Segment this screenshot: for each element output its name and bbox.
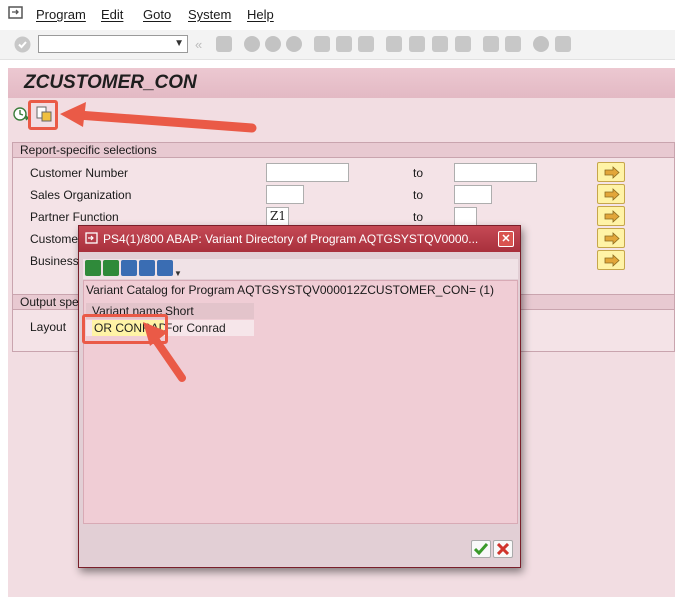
last-page-icon[interactable] bbox=[455, 36, 471, 52]
first-page-icon[interactable] bbox=[386, 36, 402, 52]
standard-toolbar: ▼ « bbox=[0, 30, 675, 60]
print-icon[interactable] bbox=[314, 36, 330, 52]
sales-organization-to-input[interactable] bbox=[454, 185, 492, 204]
report-selections-header: Report-specific selections bbox=[13, 143, 674, 158]
find-next-icon[interactable] bbox=[358, 36, 374, 52]
menu-bar: Program Edit Goto System Help bbox=[0, 0, 675, 30]
chevron-down-icon[interactable]: ▼ bbox=[174, 38, 184, 49]
menu-system[interactable]: System bbox=[188, 7, 231, 22]
cancel-button[interactable] bbox=[493, 540, 513, 558]
customize-icon[interactable] bbox=[555, 36, 571, 52]
customer-number-multiple-select-button[interactable] bbox=[597, 162, 625, 182]
cancel-icon[interactable] bbox=[286, 36, 302, 52]
title-bar: ZCUSTOMER_CON bbox=[8, 68, 675, 98]
callout-arrow bbox=[60, 102, 257, 133]
command-field[interactable]: ▼ bbox=[38, 35, 188, 53]
business-row-label: Business bbox=[30, 254, 79, 268]
menu-help[interactable]: Help bbox=[247, 7, 274, 22]
chevron-left-double-icon: « bbox=[195, 37, 203, 52]
find-icon[interactable] bbox=[121, 260, 137, 276]
to-label: to bbox=[413, 166, 424, 180]
customer-row-label: Custome bbox=[30, 232, 79, 246]
dialog-title-bar[interactable]: PS4(1)/800 ABAP: Variant Directory of Pr… bbox=[79, 226, 520, 252]
save-icon[interactable] bbox=[216, 36, 232, 52]
to-label: to bbox=[413, 210, 424, 224]
help-icon[interactable] bbox=[533, 36, 549, 52]
shortcut-icon[interactable] bbox=[505, 36, 521, 52]
business-row-multiple-select-button[interactable] bbox=[597, 250, 625, 270]
arrow-right-icon bbox=[604, 210, 620, 223]
close-icon[interactable]: ✕ bbox=[498, 231, 514, 247]
arrow-right-icon bbox=[604, 254, 620, 267]
sap-app-icon[interactable] bbox=[8, 6, 24, 20]
arrow-right-icon bbox=[604, 232, 620, 245]
sort-descending-icon[interactable] bbox=[103, 260, 119, 276]
page-title: ZCUSTOMER_CON bbox=[24, 72, 197, 93]
dialog-footer bbox=[79, 526, 520, 567]
enter-icon[interactable] bbox=[14, 36, 31, 53]
dialog-toolbar: ▼ bbox=[83, 259, 518, 279]
previous-page-icon[interactable] bbox=[409, 36, 425, 52]
callout-arrow bbox=[143, 322, 186, 382]
variant-directory-dialog: PS4(1)/800 ABAP: Variant Directory of Pr… bbox=[78, 225, 521, 568]
execute-icon[interactable] bbox=[13, 106, 29, 122]
next-page-icon[interactable] bbox=[432, 36, 448, 52]
menu-program[interactable]: Program bbox=[36, 7, 86, 22]
sales-organization-label: Sales Organization bbox=[30, 188, 132, 202]
to-label: to bbox=[413, 188, 424, 202]
customer-row-multiple-select-button[interactable] bbox=[597, 228, 625, 248]
dialog-app-icon bbox=[85, 232, 98, 244]
filter-icon[interactable] bbox=[157, 260, 173, 276]
menu-goto[interactable]: Goto bbox=[143, 7, 171, 22]
arrow-right-icon bbox=[604, 166, 620, 179]
back-icon[interactable] bbox=[244, 36, 260, 52]
sales-organization-multiple-select-button[interactable] bbox=[597, 184, 625, 204]
menu-edit[interactable]: Edit bbox=[101, 7, 123, 22]
sales-organization-from-input[interactable] bbox=[266, 185, 304, 204]
customer-number-from-input[interactable] bbox=[266, 163, 349, 182]
dialog-title: PS4(1)/800 ABAP: Variant Directory of Pr… bbox=[103, 232, 479, 246]
find-next-icon[interactable] bbox=[139, 260, 155, 276]
layout-label: Layout bbox=[30, 320, 67, 334]
arrow-right-icon bbox=[604, 188, 620, 201]
customer-number-label: Customer Number bbox=[30, 166, 129, 180]
chevron-down-icon[interactable]: ▼ bbox=[174, 269, 182, 278]
find-icon[interactable] bbox=[336, 36, 352, 52]
sort-ascending-icon[interactable] bbox=[85, 260, 101, 276]
partner-function-multiple-select-button[interactable] bbox=[597, 206, 625, 226]
continue-button[interactable] bbox=[471, 540, 491, 558]
partner-function-label: Partner Function bbox=[30, 210, 119, 224]
variant-catalog-title: Variant Catalog for Program AQTGSYSTQV00… bbox=[86, 283, 495, 297]
exit-icon[interactable] bbox=[265, 36, 281, 52]
customer-number-to-input[interactable] bbox=[454, 163, 537, 182]
partner-function-to-input[interactable] bbox=[454, 207, 477, 226]
partner-function-from-input[interactable]: Z1 bbox=[266, 207, 289, 226]
check-icon bbox=[474, 543, 488, 555]
new-session-icon[interactable] bbox=[483, 36, 499, 52]
close-icon bbox=[497, 543, 509, 555]
